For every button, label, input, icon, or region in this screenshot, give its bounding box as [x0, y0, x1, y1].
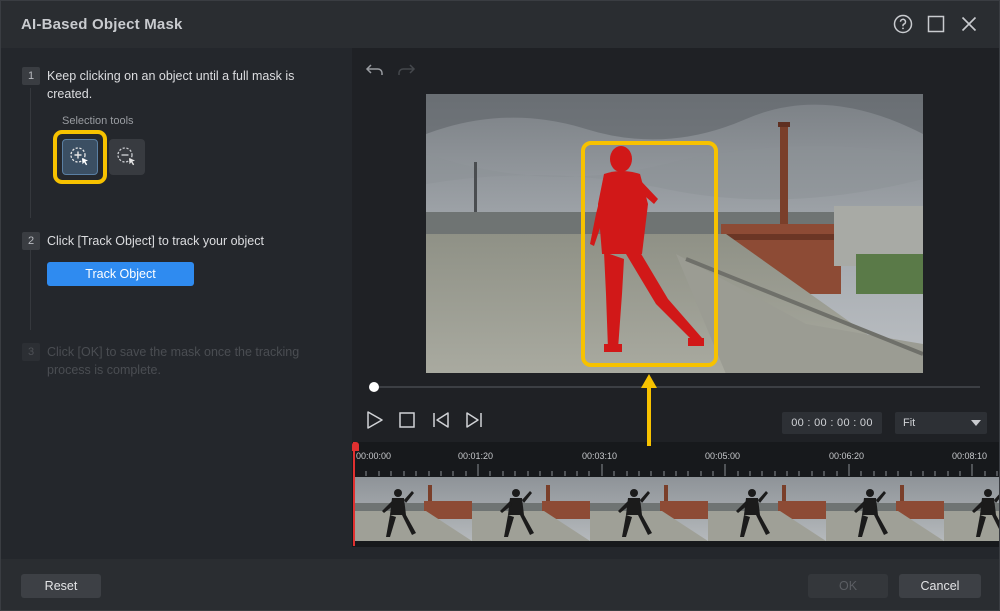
timeline-ruler: 00:00:00 00:01:20 00:03:10 00:05:00 00:0…: [352, 442, 999, 476]
timeline-tick-label: 00:03:10: [582, 451, 618, 461]
undo-icon[interactable]: [365, 62, 385, 83]
remove-selection-icon: [117, 147, 135, 166]
step-2-number: 2: [22, 232, 40, 250]
ai-object-mask-dialog: AI-Based Object Mask 1 Keep clicking on …: [0, 0, 1000, 611]
timeline-thumbnails: [354, 477, 999, 541]
redo-icon[interactable]: [396, 62, 416, 83]
selection-tools-label: Selection tools: [62, 115, 134, 127]
ok-button[interactable]: OK: [808, 574, 888, 598]
playhead-handle[interactable]: [352, 442, 359, 451]
scrub-track[interactable]: [373, 386, 980, 388]
maximize-icon[interactable]: [925, 13, 947, 35]
next-frame-icon[interactable]: [464, 410, 484, 435]
step-3-text: Click [OK] to save the mask once the tra…: [47, 345, 300, 377]
timeline-tick-label: 00:06:20: [829, 451, 865, 461]
close-icon[interactable]: [958, 13, 980, 35]
step-1-text: Keep clicking on an object until a full …: [47, 69, 295, 101]
timeline-tick-label: 00:08:10: [952, 451, 988, 461]
cancel-button[interactable]: Cancel: [899, 574, 981, 598]
timeline-scrollbar[interactable]: [352, 547, 999, 559]
zoom-select[interactable]: Fit: [895, 412, 987, 434]
track-object-button[interactable]: Track Object: [47, 262, 194, 286]
step-2-text: Click [Track Object] to track your objec…: [47, 234, 264, 248]
timeline-tick-label: 00:01:20: [458, 451, 494, 461]
chevron-down-icon: [971, 420, 981, 426]
play-icon[interactable]: [366, 410, 384, 435]
timeline[interactable]: 00:00:00 00:01:20 00:03:10 00:05:00 00:0…: [352, 442, 999, 559]
remove-selection-tool[interactable]: [109, 139, 145, 175]
help-icon[interactable]: [892, 13, 914, 35]
zoom-select-value: Fit: [903, 417, 916, 429]
video-preview[interactable]: [426, 94, 923, 373]
stop-icon[interactable]: [399, 412, 415, 433]
timecode-display[interactable]: 00 : 00 : 00 : 00: [782, 412, 882, 434]
step-1-number: 1: [22, 67, 40, 85]
title-bar: AI-Based Object Mask: [1, 1, 999, 48]
previous-frame-icon[interactable]: [431, 410, 451, 435]
tool-highlight-frame: [53, 130, 107, 184]
arrow-annotation: [639, 370, 659, 453]
step-connector: [30, 88, 31, 218]
timeline-tick-label: 00:05:00: [705, 451, 741, 461]
instructions-panel: 1 Keep clicking on an object until a ful…: [1, 48, 352, 559]
mask-highlight-frame: [581, 141, 718, 367]
reset-button[interactable]: Reset: [21, 574, 101, 598]
timeline-tick-label: 00:00:00: [356, 451, 392, 461]
step-connector: [30, 240, 31, 330]
playhead[interactable]: [352, 442, 359, 546]
preview-panel: 00 : 00 : 00 : 00 Fit 00:00:00 00:01:20 …: [352, 48, 999, 559]
step-3-number: 3: [22, 343, 40, 361]
dialog-footer: Reset OK Cancel: [1, 559, 999, 610]
scrub-knob[interactable]: [369, 382, 379, 392]
dialog-title: AI-Based Object Mask: [21, 16, 183, 33]
